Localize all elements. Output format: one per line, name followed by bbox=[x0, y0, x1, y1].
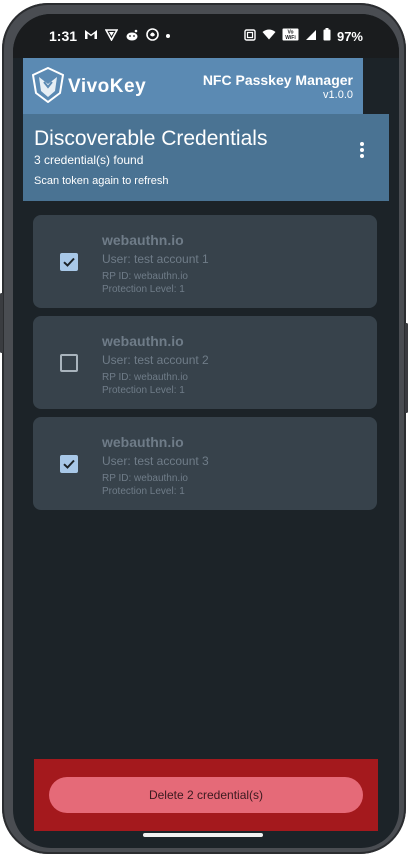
status-time: 1:31 bbox=[49, 28, 78, 44]
checkbox-checked[interactable] bbox=[60, 253, 78, 271]
credential-rp-name: webauthn.io bbox=[102, 434, 184, 450]
home-indicator[interactable] bbox=[143, 833, 263, 837]
more-vert-icon[interactable] bbox=[355, 142, 369, 162]
check-icon bbox=[63, 459, 75, 469]
vowifi-icon: Vo WiFi bbox=[282, 28, 299, 44]
vivokey-logo-icon bbox=[32, 67, 64, 103]
credential-rp-id: RP ID: webauthn.io bbox=[102, 473, 188, 484]
check-icon bbox=[63, 257, 75, 267]
delete-credentials-button[interactable]: Delete 2 credential(s) bbox=[49, 777, 363, 813]
app-title: NFC Passkey Manager bbox=[202, 72, 353, 88]
checkbox-checked[interactable] bbox=[60, 455, 78, 473]
firefox-icon bbox=[146, 28, 159, 44]
credential-rp-id: RP ID: webauthn.io bbox=[102, 372, 188, 383]
credential-user: User: test account 3 bbox=[102, 454, 209, 468]
credential-card[interactable]: webauthn.io User: test account 2 RP ID: … bbox=[33, 316, 377, 409]
screen: 1:31 Vo WiFi 97% VivoKey NFC Passkey Man… bbox=[13, 14, 399, 848]
status-left: 1:31 bbox=[49, 28, 171, 44]
logo-text: VivoKey bbox=[68, 76, 147, 97]
vpn-icon bbox=[104, 28, 119, 44]
credential-card[interactable]: webauthn.io User: test account 1 RP ID: … bbox=[33, 215, 377, 308]
gmail-icon bbox=[84, 29, 98, 43]
section-banner: Discoverable Credentials 3 credential(s)… bbox=[23, 114, 389, 201]
credential-user: User: test account 2 bbox=[102, 353, 209, 367]
credential-protection-level: Protection Level: 1 bbox=[102, 486, 185, 497]
volume-button bbox=[0, 293, 3, 353]
credential-protection-level: Protection Level: 1 bbox=[102, 284, 185, 295]
credential-rp-name: webauthn.io bbox=[102, 232, 184, 248]
checkbox-unchecked[interactable] bbox=[60, 354, 78, 372]
app-header: VivoKey NFC Passkey Manager v1.0.0 bbox=[23, 58, 363, 114]
app-version: v1.0.0 bbox=[323, 89, 353, 101]
battery-percent: 97% bbox=[336, 28, 363, 44]
svg-text:WiFi: WiFi bbox=[285, 35, 296, 41]
page-title: Discoverable Credentials bbox=[34, 127, 268, 150]
dot-icon bbox=[166, 34, 171, 38]
battery-icon bbox=[323, 28, 331, 44]
delete-bar: Delete 2 credential(s) bbox=[34, 759, 378, 831]
nfc-icon bbox=[244, 28, 256, 44]
credential-count: 3 credential(s) found bbox=[34, 153, 144, 167]
credential-card[interactable]: webauthn.io User: test account 3 RP ID: … bbox=[33, 417, 377, 510]
wifi-icon bbox=[262, 29, 276, 43]
credential-rp-id: RP ID: webauthn.io bbox=[102, 271, 188, 282]
phone-frame: 1:31 Vo WiFi 97% VivoKey NFC Passkey Man… bbox=[0, 3, 408, 854]
credential-list: webauthn.io User: test account 1 RP ID: … bbox=[33, 215, 377, 518]
credential-protection-level: Protection Level: 1 bbox=[102, 385, 185, 396]
status-bar: 1:31 Vo WiFi 97% bbox=[13, 14, 399, 58]
credential-rp-name: webauthn.io bbox=[102, 333, 184, 349]
status-right: Vo WiFi 97% bbox=[244, 28, 363, 44]
reddit-icon bbox=[125, 29, 139, 44]
credential-user: User: test account 1 bbox=[102, 252, 209, 266]
signal-icon bbox=[305, 29, 317, 44]
refresh-hint: Scan token again to refresh bbox=[34, 175, 169, 187]
